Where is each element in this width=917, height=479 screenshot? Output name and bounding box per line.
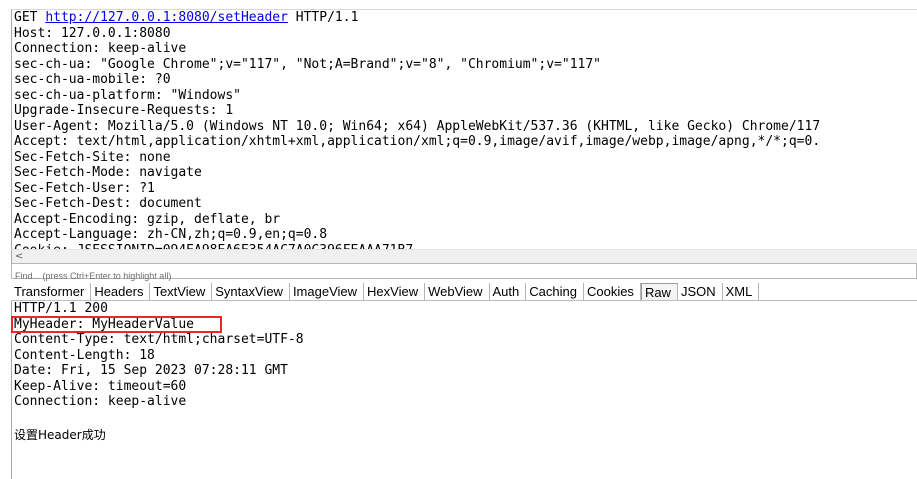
request-header-line: Sec-Fetch-Mode: navigate — [14, 165, 202, 180]
request-header-line: Sec-Fetch-Site: none — [14, 149, 171, 165]
request-header-line: Host: 127.0.0.1:8080 — [14, 25, 171, 41]
scroll-left-arrow-icon[interactable]: < — [15, 250, 23, 263]
tab-cookies[interactable]: Cookies — [584, 283, 641, 300]
tab-imageview[interactable]: ImageView — [290, 283, 365, 300]
response-headers: Content-Type: text/html;charset=UTF-8 Con… — [12, 332, 917, 410]
tab-auth[interactable]: Auth — [490, 283, 527, 300]
request-line: GET http://127.0.0.1:8080/setHeader HTTP… — [12, 10, 917, 26]
request-url-link[interactable]: http://127.0.0.1:8080/setHeader — [45, 10, 288, 25]
request-headers: Host: 127.0.0.1:8080 Connection: keep-ali… — [12, 26, 917, 251]
tab-hexview[interactable]: HexView — [364, 283, 426, 300]
request-header-line: Upgrade-Insecure-Requests: 1 — [14, 103, 234, 118]
tab-headers[interactable]: Headers — [91, 283, 151, 300]
request-header-line: sec-ch-ua-platform: "Windows" — [14, 87, 241, 103]
tab-textview[interactable]: TextView — [150, 283, 213, 300]
request-raw-pane[interactable]: GET http://127.0.0.1:8080/setHeader HTTP… — [11, 9, 917, 250]
request-header-line: sec-ch-ua-mobile: ?0 — [14, 72, 171, 87]
find-bar — [11, 263, 917, 283]
response-body-text: 设置Header成功 — [14, 427, 106, 442]
request-header-line: sec-ch-ua: "Google Chrome";v="117", "Not… — [14, 56, 601, 72]
request-horizontal-scrollbar[interactable]: < — [11, 249, 917, 263]
tab-caching[interactable]: Caching — [526, 283, 584, 300]
response-raw-pane[interactable]: HTTP/1.1 200 MyHeader: MyHeaderValue Con… — [11, 301, 917, 479]
tab-json[interactable]: JSON — [678, 283, 723, 300]
request-header-line: Accept-Encoding: gzip, deflate, br — [14, 211, 281, 227]
request-header-line: Accept-Language: zh-CN,zh;q=0.9,en;q=0.8 — [14, 227, 328, 242]
request-header-line: User-Agent: Mozilla/5.0 (Windows NT 10.0… — [14, 118, 821, 134]
tab-transformer[interactable]: Transformer — [11, 283, 92, 300]
response-header-line: Connection: keep-alive — [14, 394, 187, 409]
find-input[interactable] — [12, 269, 916, 283]
request-header-line: Connection: keep-alive — [14, 41, 187, 56]
request-header-line: Sec-Fetch-User: ?1 — [14, 180, 155, 196]
response-header-line: Content-Type: text/html;charset=UTF-8 — [14, 332, 304, 347]
request-method: GET — [14, 10, 38, 25]
tab-xml[interactable]: XML — [723, 283, 760, 300]
response-inspector-tabs: Transformer Headers TextView SyntaxView Imag… — [11, 283, 917, 301]
tab-syntaxview[interactable]: SyntaxView — [212, 283, 290, 300]
response-header-line: Keep-Alive: timeout=60 — [14, 378, 187, 394]
request-protocol: HTTP/1.1 — [295, 10, 359, 25]
response-header-line: Date: Fri, 15 Sep 2023 07:28:11 GMT — [14, 363, 288, 378]
response-highlighted-header: MyHeader: MyHeaderValue — [14, 316, 195, 332]
request-header-line: Accept: text/html,application/xhtml+xml,… — [14, 134, 821, 149]
response-header-line: Content-Length: 18 — [14, 347, 155, 363]
response-status-line: HTTP/1.1 200 — [14, 301, 108, 316]
tab-webview[interactable]: WebView — [425, 283, 490, 300]
tab-raw[interactable]: Raw — [640, 283, 678, 300]
request-header-line: Sec-Fetch-Dest: document — [14, 196, 202, 211]
